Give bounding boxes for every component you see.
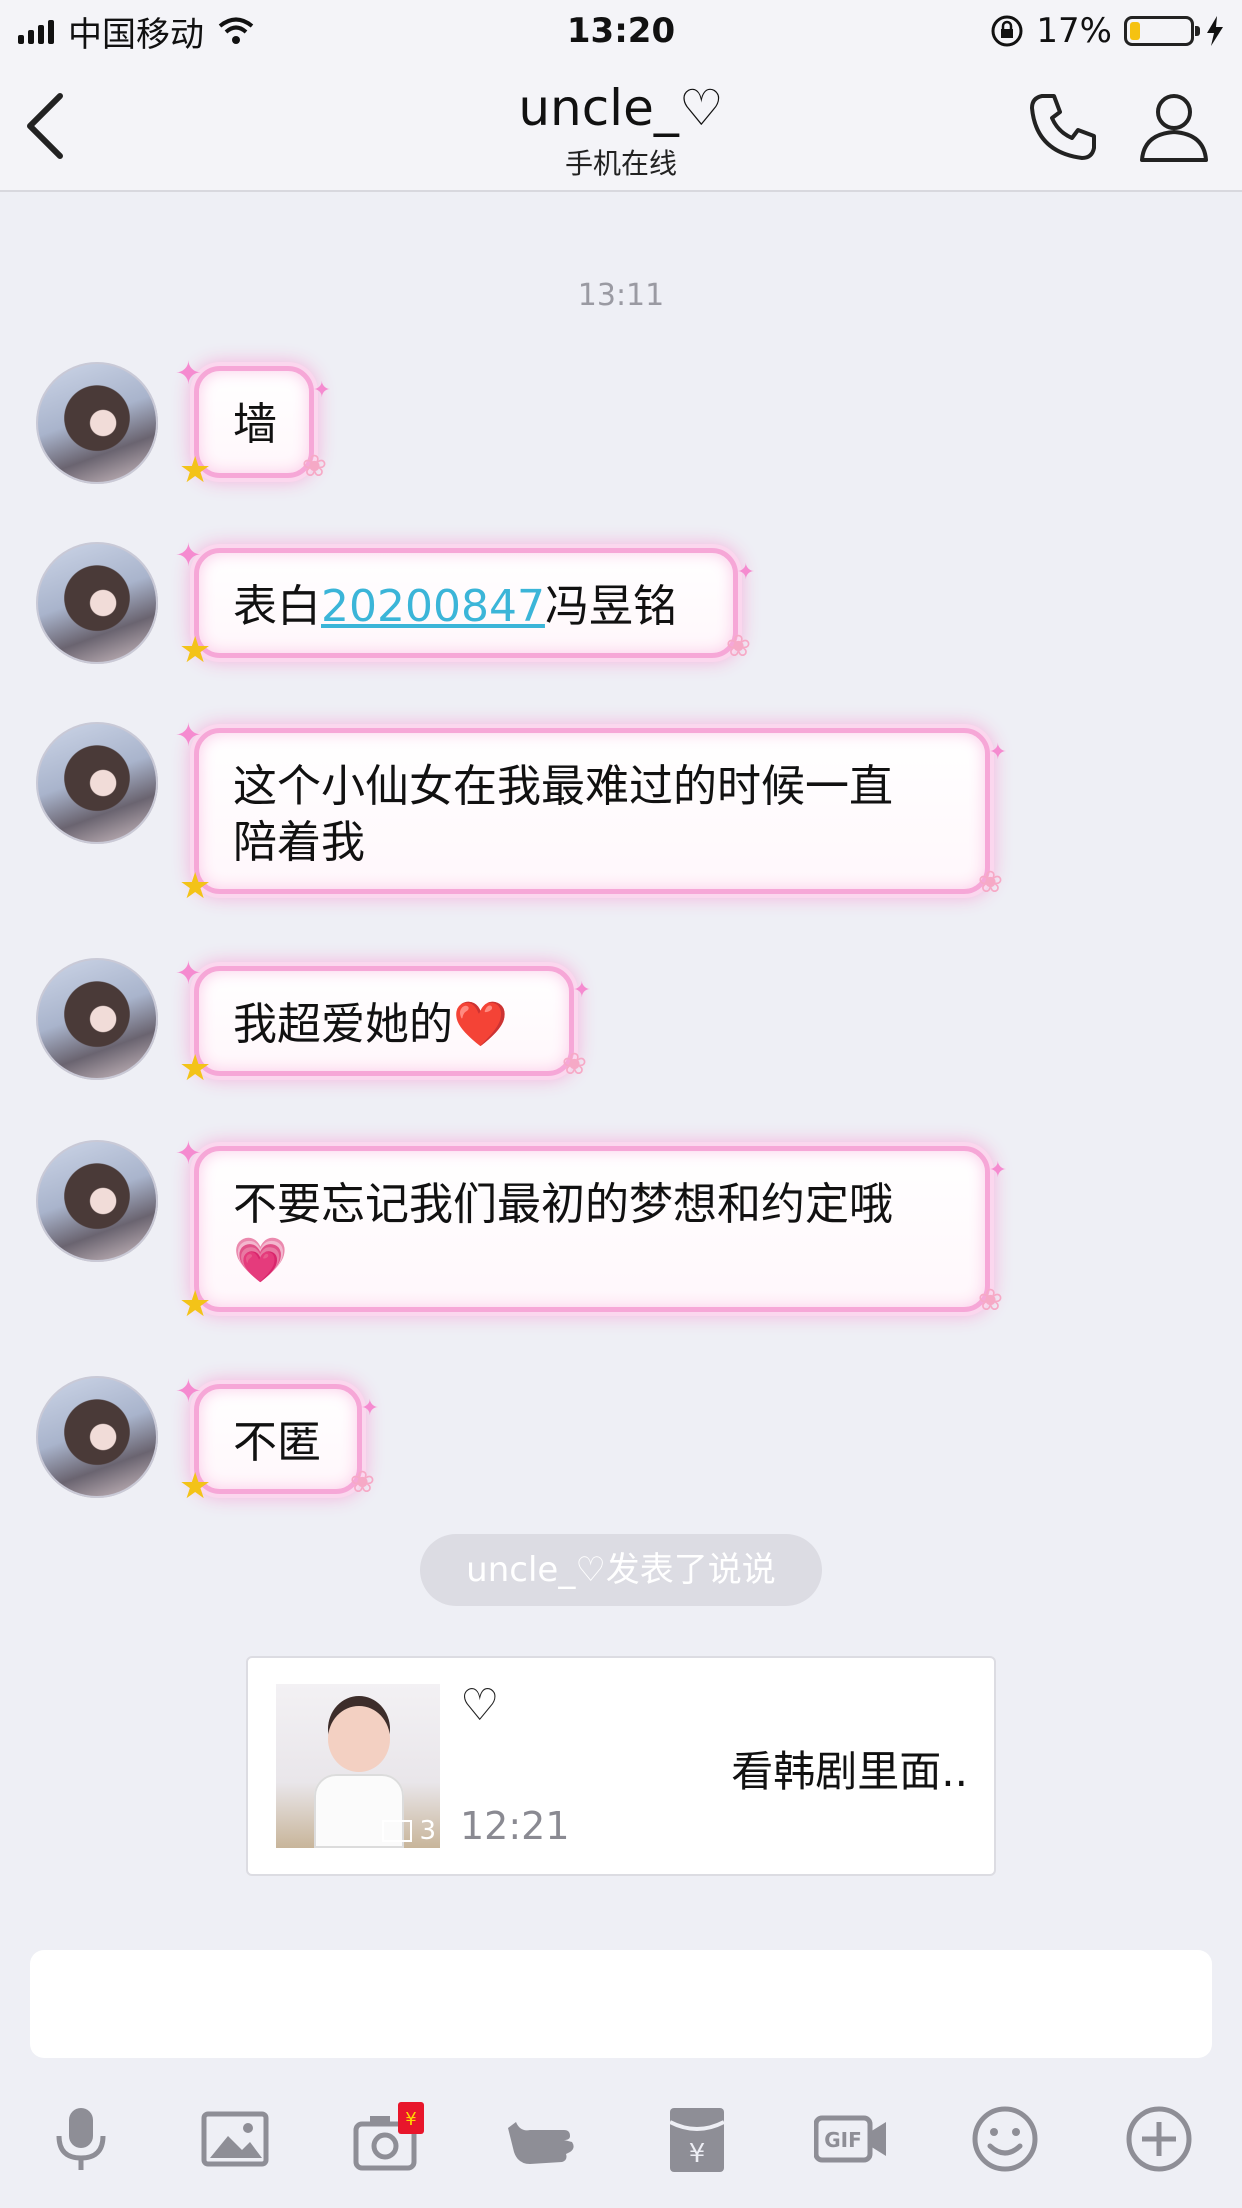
message-input[interactable] <box>30 1950 1212 2058</box>
sparkle-icon: ✦ <box>175 536 202 574</box>
plus-icon[interactable] <box>1122 2102 1196 2176</box>
gif-icon[interactable]: GIF <box>813 2102 888 2176</box>
chat-header: uncle_♡ 手机在线 <box>0 62 1242 192</box>
crystal-icon: ❀ <box>977 1283 1003 1318</box>
crystal-icon: ❀ <box>725 629 751 664</box>
post-title-heart: ♡ <box>460 1680 500 1731</box>
image-icon[interactable] <box>198 2102 272 2176</box>
svg-text:¥: ¥ <box>405 2109 416 2130</box>
message-bubble[interactable]: ✦ 这个小仙女在我最难过的时候一直 陪着我 ★ ❀ ✦ <box>175 716 1007 907</box>
charging-bolt-icon <box>1207 16 1223 46</box>
sparkle-icon: ✦ <box>175 354 202 392</box>
chat-timestamp: 13:11 <box>577 278 665 313</box>
sparkle-icon: ✦ <box>175 1134 202 1172</box>
sender-avatar[interactable] <box>36 722 158 844</box>
message-text: 墙 <box>233 399 277 450</box>
message-bubble[interactable]: ✦ 表白20200847冯昱铭 ★ ❀ ✦ <box>175 536 755 671</box>
status-right: 17% <box>990 8 1224 54</box>
star-icon: ★ <box>179 450 212 491</box>
message-text: 我超爱她的 <box>233 999 453 1050</box>
message-text: 表白20200847冯昱铭 <box>233 581 677 632</box>
photo-count-icon <box>382 1820 412 1842</box>
sparkle-icon: ✦ <box>175 716 202 754</box>
profile-icon[interactable] <box>1136 88 1212 164</box>
star-icon: ★ <box>179 1284 212 1325</box>
message-bubble[interactable]: ✦ 不匿 ★ ❀ ✦ <box>175 1372 379 1507</box>
sender-avatar[interactable] <box>36 1140 158 1262</box>
sender-avatar[interactable] <box>36 1376 158 1498</box>
sparkle-icon: ✦ <box>312 378 331 403</box>
camera-redpacket-icon[interactable]: ¥ <box>352 2102 426 2176</box>
star-icon: ★ <box>179 1466 212 1507</box>
message-bubble[interactable]: ✦ 不要忘记我们最初的梦想和约定哦 💗 ★ ❀ ✦ <box>175 1134 1007 1325</box>
input-toolbar: ¥ ¥ GIF <box>0 2090 1242 2190</box>
sparkle-icon: ✦ <box>736 560 755 585</box>
message-text: 不匿 <box>233 1417 321 1468</box>
message-line: 这个小仙女在我最难过的时候一直 <box>233 761 893 812</box>
qq-number-link[interactable]: 20200847 <box>321 581 545 632</box>
shared-post-card[interactable]: 3 ♡ 看韩剧里面.. 12:21 <box>246 1656 996 1876</box>
crystal-icon: ❀ <box>349 1465 375 1500</box>
battery-percent: 17% <box>1036 11 1112 51</box>
sender-avatar[interactable] <box>36 958 158 1080</box>
crystal-icon: ❀ <box>977 865 1003 900</box>
system-notice: uncle_♡发表了说说 <box>420 1534 822 1606</box>
sender-avatar[interactable] <box>36 542 158 664</box>
poke-hand-icon[interactable] <box>506 2102 580 2176</box>
star-icon: ★ <box>179 1048 212 1089</box>
message-bubble[interactable]: ✦ 我超爱她的❤️ ★ ❀ ✦ <box>175 954 591 1089</box>
star-icon: ★ <box>179 630 212 671</box>
red-heart-emoji: ❤️ <box>453 999 508 1050</box>
message-bubble[interactable]: ✦ 墙 ★ ❀ ✦ <box>175 354 331 491</box>
message-line: 不要忘记我们最初的梦想和约定哦 <box>233 1179 893 1230</box>
svg-text:GIF: GIF <box>824 2128 862 2152</box>
sparkle-icon: ✦ <box>360 1396 379 1421</box>
sparkle-icon: ✦ <box>175 1372 202 1410</box>
message-line: 陪着我 <box>233 817 365 868</box>
status-bar: 中国移动 13:20 17% <box>0 0 1242 62</box>
sender-avatar[interactable] <box>36 362 158 484</box>
microphone-icon[interactable] <box>44 2102 118 2176</box>
crystal-icon: ❀ <box>561 1047 587 1082</box>
post-time: 12:21 <box>460 1804 570 1848</box>
photo-count: 3 <box>419 1816 436 1846</box>
crystal-icon: ❀ <box>301 449 327 484</box>
svg-text:¥: ¥ <box>689 2139 706 2169</box>
emoji-icon[interactable] <box>968 2102 1042 2176</box>
rotation-lock-icon <box>991 15 1023 47</box>
sparkle-icon: ✦ <box>175 954 202 992</box>
post-excerpt: 看韩剧里面.. <box>731 1747 968 1796</box>
pink-heart-emoji: 💗 <box>233 1235 288 1286</box>
red-envelope-icon[interactable]: ¥ <box>660 2102 734 2176</box>
phone-call-icon[interactable] <box>1026 88 1102 164</box>
sparkle-icon: ✦ <box>988 1158 1007 1183</box>
sparkle-icon: ✦ <box>572 978 591 1003</box>
post-thumbnail[interactable]: 3 <box>276 1684 440 1848</box>
sparkle-icon: ✦ <box>988 740 1007 765</box>
battery-icon <box>1124 16 1200 46</box>
star-icon: ★ <box>179 866 212 907</box>
